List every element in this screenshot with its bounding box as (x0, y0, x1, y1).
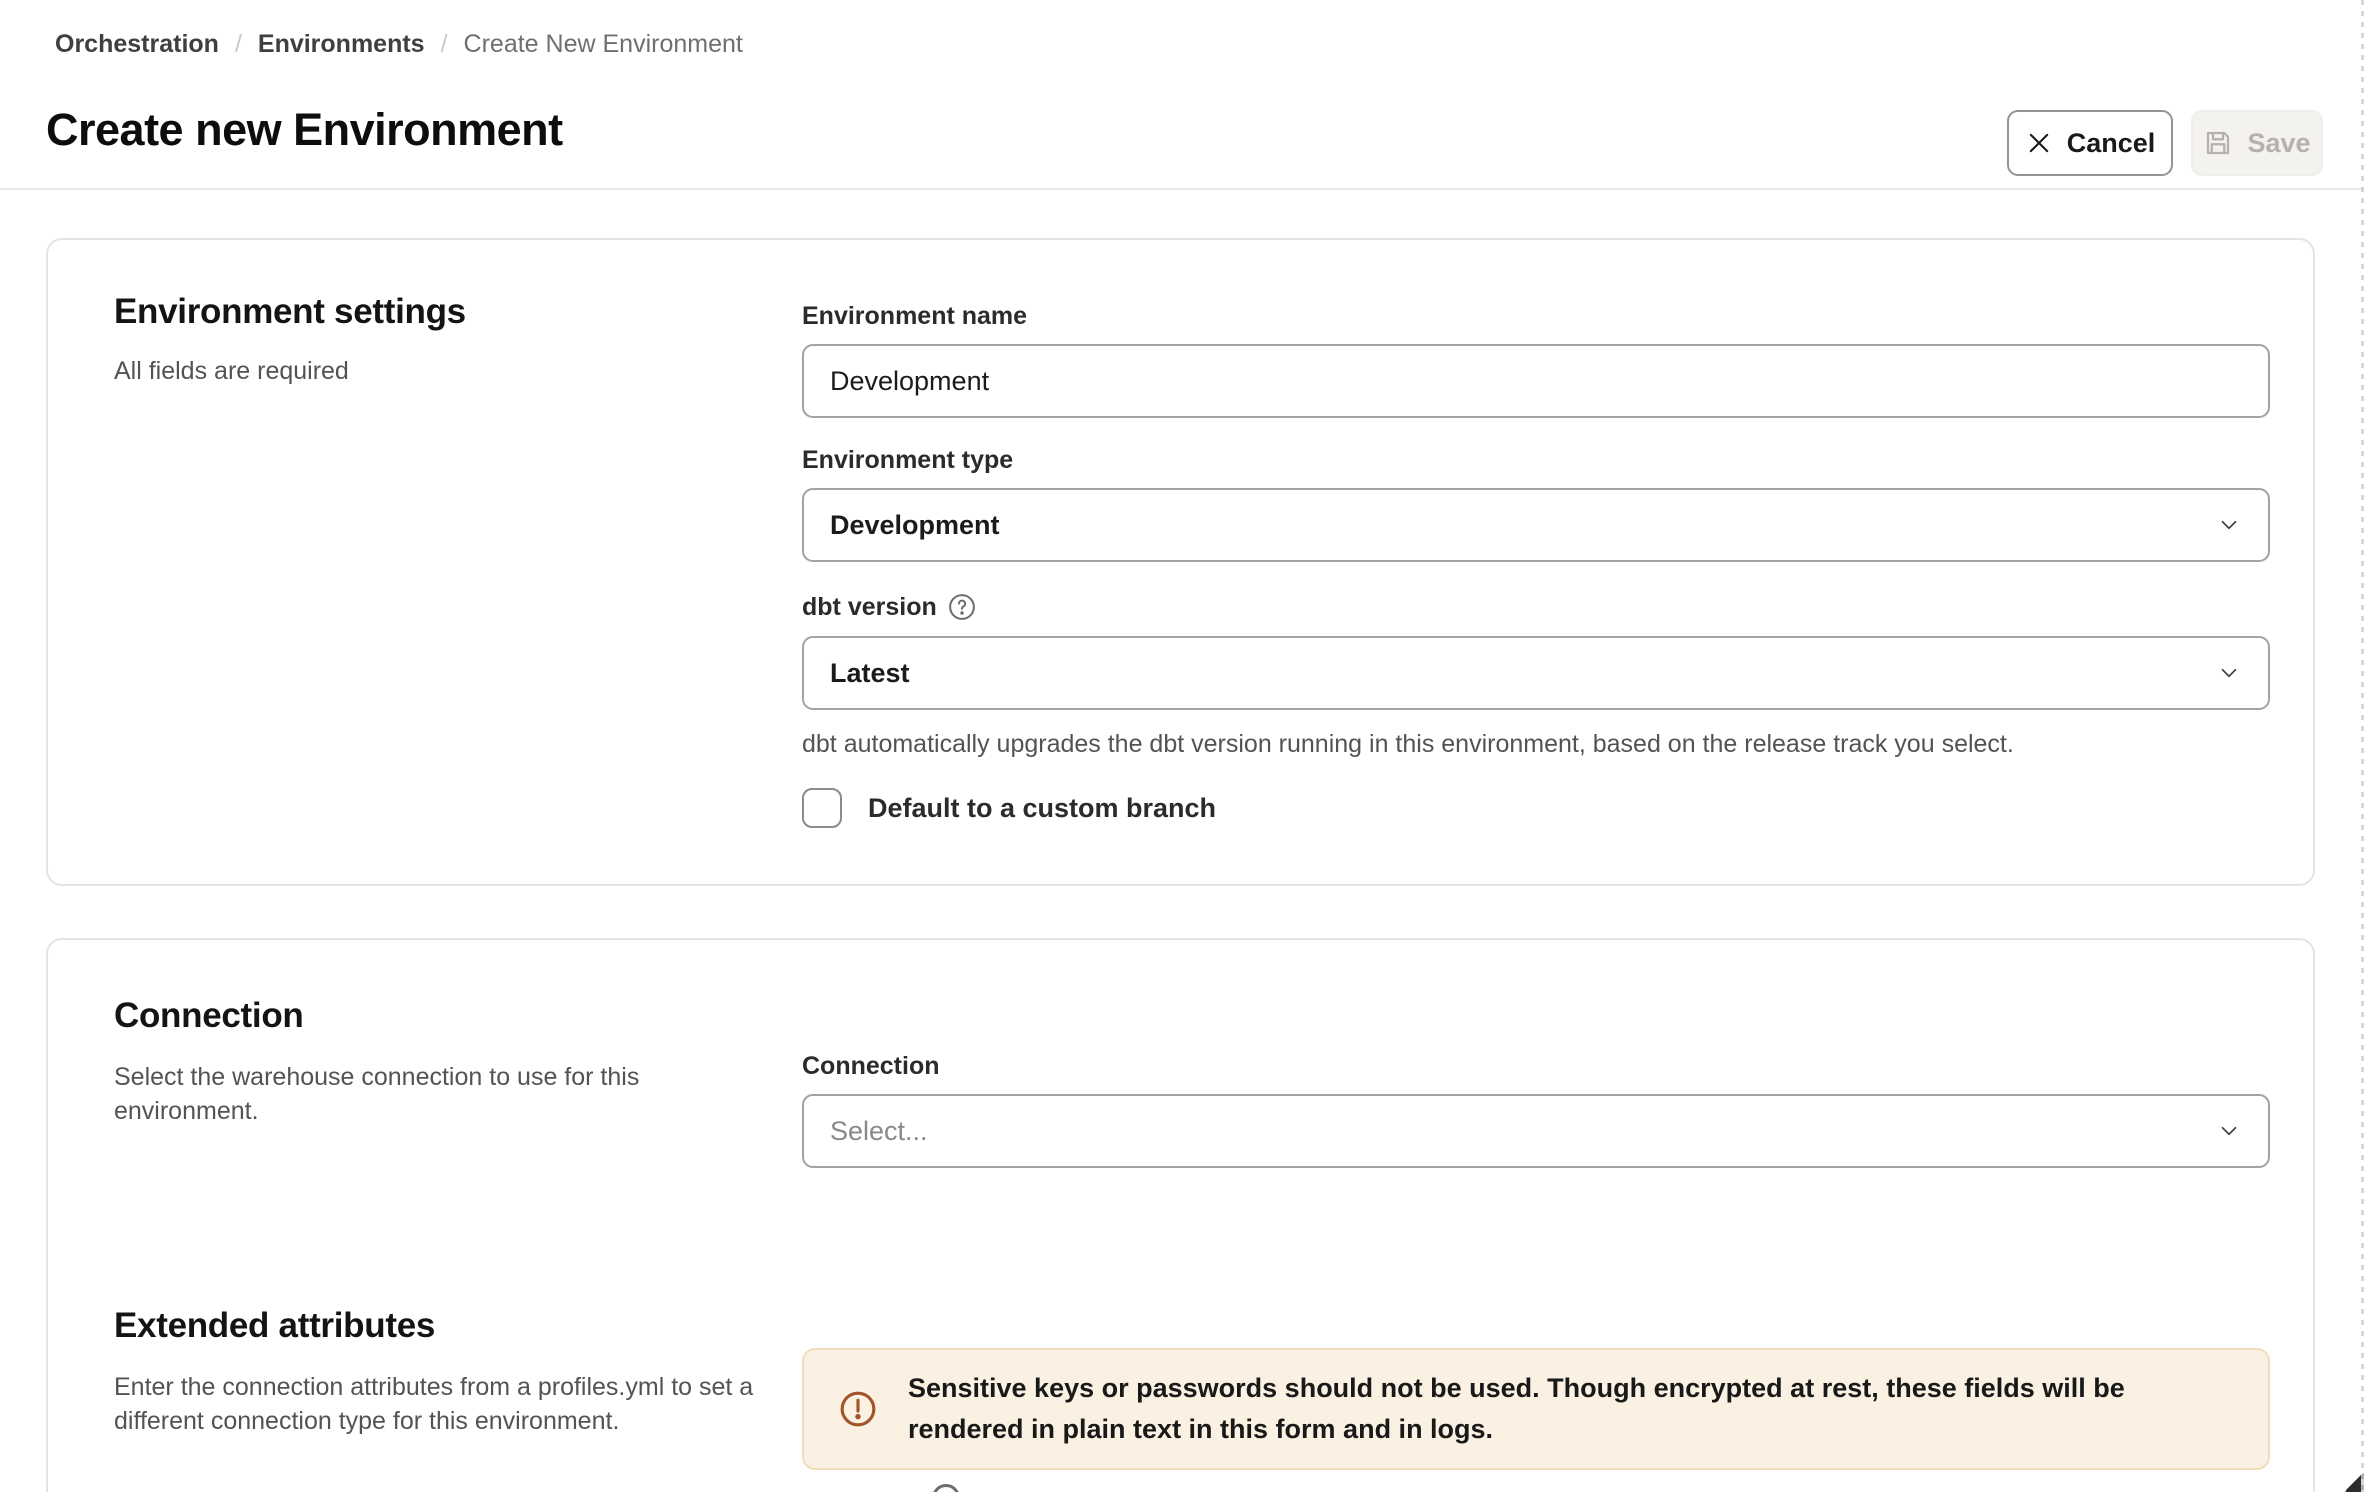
save-button[interactable]: Save (2191, 110, 2323, 176)
chevron-down-icon (2216, 660, 2242, 686)
environment-settings-heading: Environment settings (114, 292, 466, 332)
custom-branch-checkbox-row[interactable]: Default to a custom branch (802, 788, 1216, 828)
dbt-version-label-text: dbt version (802, 593, 937, 622)
connection-card: Connection Select the warehouse connecti… (46, 938, 2315, 1492)
connection-heading: Connection (114, 996, 303, 1036)
environment-type-value: Development (830, 510, 1000, 541)
alert-circle-icon (838, 1389, 878, 1429)
extended-attributes-subheading: Enter the connection attributes from a p… (114, 1370, 754, 1438)
header-actions: Cancel Save (2007, 110, 2323, 176)
dbt-version-label: dbt version (802, 592, 977, 622)
breadcrumb: Orchestration / Environments / Create Ne… (55, 30, 743, 59)
breadcrumb-separator: / (441, 30, 448, 59)
connection-select-label: Connection (802, 1052, 940, 1081)
environment-type-select[interactable]: Development (802, 488, 2270, 562)
help-icon[interactable] (947, 592, 977, 622)
breadcrumb-current: Create New Environment (464, 30, 743, 59)
environment-settings-card: Environment settings All fields are requ… (46, 238, 2315, 886)
custom-branch-label: Default to a custom branch (868, 793, 1216, 824)
save-button-label: Save (2247, 128, 2310, 159)
warning-text: Sensitive keys or passwords should not b… (908, 1368, 2234, 1450)
close-icon (2025, 129, 2053, 157)
page-title: Create new Environment (46, 104, 563, 156)
environment-name-label: Environment name (802, 302, 1027, 331)
custom-branch-checkbox[interactable] (802, 788, 842, 828)
environment-name-input-wrap (802, 344, 2270, 418)
breadcrumb-orchestration[interactable]: Orchestration (55, 30, 219, 59)
cancel-button[interactable]: Cancel (2007, 110, 2173, 176)
chevron-down-icon (2216, 512, 2242, 538)
connection-select-placeholder: Select... (830, 1116, 928, 1147)
dbt-version-select[interactable]: Latest (802, 636, 2270, 710)
dbt-version-value: Latest (830, 658, 910, 689)
create-environment-page: Orchestration / Environments / Create Ne… (0, 0, 2364, 1492)
connection-subheading: Select the warehouse connection to use f… (114, 1060, 684, 1128)
connection-select[interactable]: Select... (802, 1094, 2270, 1168)
breadcrumb-environments[interactable]: Environments (258, 30, 425, 59)
environment-type-label: Environment type (802, 446, 1013, 475)
environment-settings-subheading: All fields are required (114, 354, 349, 388)
breadcrumb-separator: / (235, 30, 242, 59)
save-icon (2203, 128, 2233, 158)
header-divider (0, 188, 2364, 190)
chevron-down-icon (2216, 1118, 2242, 1144)
dbt-version-helper-text: dbt automatically upgrades the dbt versi… (802, 730, 2014, 759)
cancel-button-label: Cancel (2067, 128, 2156, 159)
sensitive-data-warning-banner: Sensitive keys or passwords should not b… (802, 1348, 2270, 1470)
environment-name-input[interactable] (830, 366, 2242, 397)
extended-attributes-heading: Extended attributes (114, 1306, 435, 1346)
